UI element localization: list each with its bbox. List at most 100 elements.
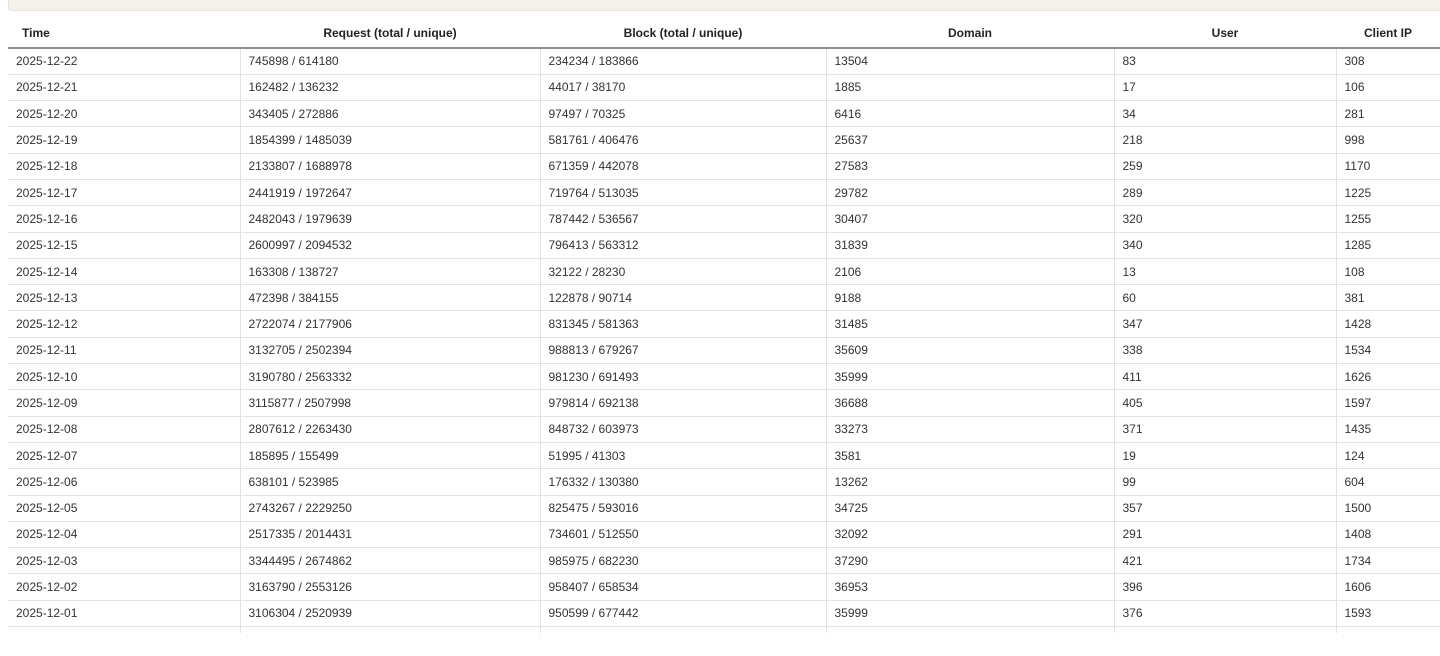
cell-block: 122878 / 90714 — [540, 284, 827, 312]
cell-block: 831345 / 581363 — [540, 310, 827, 338]
table-row: 2025-12-03 3344495 / 2674862 985975 / 6822… — [8, 547, 1440, 575]
column-header-request[interactable]: Request (total / unique) — [240, 18, 540, 49]
cell-request: 2441919 / 1972647 — [240, 179, 541, 207]
column-header-time[interactable]: Time — [8, 18, 240, 49]
cell-user: 60 — [1114, 284, 1337, 312]
cell-domain: 3581 — [826, 442, 1115, 470]
cell-user: 411 — [1114, 363, 1337, 391]
table-row: 2025-12-02 3163790 / 2553126 958407 / 6585… — [8, 573, 1440, 601]
cell-domain: 6416 — [826, 100, 1115, 128]
cell-user: 34 — [1114, 100, 1337, 128]
cell-time: 2025-12-15 — [8, 232, 241, 259]
cell-time: 2025-12-16 — [8, 205, 241, 233]
cell-time: 2025-12-14 — [8, 258, 241, 286]
cell-request: 3132705 / 2502394 — [240, 337, 541, 365]
table-row: 2025-12-22 745898 / 614180 234234 / 183866… — [8, 48, 1440, 75]
cell-empty — [1336, 627, 1440, 633]
cell-request: 2807612 / 2263430 — [240, 416, 541, 443]
cell-time: 2025-12-19 — [8, 126, 241, 154]
column-header-user[interactable]: User — [1114, 18, 1336, 49]
cell-block: 985975 / 682230 — [540, 547, 827, 575]
cell-block: 950599 / 677442 — [540, 600, 827, 628]
cell-client-ip: 1534 — [1336, 337, 1440, 365]
table-row: 2025-12-14 163308 / 138727 32122 / 28230 21… — [8, 258, 1440, 286]
daily-stats-table: Time Request (total / unique) Block (tot… — [8, 18, 1440, 633]
table-row: 2025-12-19 1854399 / 1485039 581761 / 4064… — [8, 126, 1440, 154]
cell-time: 2025-12-08 — [8, 416, 241, 443]
cell-empty — [240, 626, 541, 633]
cell-block: 796413 / 563312 — [540, 232, 827, 259]
cell-user: 347 — [1114, 310, 1337, 338]
cell-time: 2025-12-10 — [8, 363, 241, 391]
column-header-client-ip[interactable]: Client IP — [1336, 18, 1440, 49]
cell-client-ip: 281 — [1336, 100, 1440, 128]
cell-client-ip: 124 — [1336, 442, 1440, 470]
cell-block: 234234 / 183866 — [540, 48, 827, 75]
cell-client-ip: 1606 — [1336, 573, 1440, 601]
cell-client-ip: 1170 — [1336, 153, 1440, 180]
table-row: 2025-12-17 2441919 / 1972647 719764 / 5130… — [8, 179, 1440, 207]
cell-user: 376 — [1114, 600, 1337, 628]
table-row-partial — [8, 626, 1440, 633]
cell-user: 13 — [1114, 258, 1337, 286]
cell-empty — [1114, 626, 1337, 633]
table-row: 2025-12-21 162482 / 136232 44017 / 38170 18… — [8, 74, 1440, 102]
cell-client-ip: 998 — [1336, 126, 1440, 154]
cell-block: 988813 / 679267 — [540, 337, 827, 365]
cell-request: 3344495 / 2674862 — [240, 547, 541, 575]
cell-block: 581761 / 406476 — [540, 126, 827, 154]
cell-block: 97497 / 70325 — [540, 100, 827, 128]
cell-domain: 36688 — [826, 389, 1115, 417]
filter-panel-edge — [8, 0, 1440, 11]
column-header-domain[interactable]: Domain — [826, 18, 1114, 49]
cell-user: 340 — [1114, 232, 1337, 259]
cell-user: 17 — [1114, 74, 1337, 102]
cell-client-ip: 1408 — [1336, 521, 1440, 549]
cell-empty — [540, 626, 827, 633]
cell-request: 2743267 / 2229250 — [240, 495, 541, 522]
table-body: 2025-12-22 745898 / 614180 234234 / 183866… — [8, 48, 1440, 633]
cell-time: 2025-12-18 — [8, 153, 241, 180]
cell-client-ip: 1734 — [1336, 547, 1440, 575]
cell-domain: 31839 — [826, 232, 1115, 259]
cell-domain: 25637 — [826, 126, 1115, 154]
table-row: 2025-12-20 343405 / 272886 97497 / 70325 64… — [8, 100, 1440, 128]
cell-request: 3190780 / 2563332 — [240, 363, 541, 391]
cell-request: 162482 / 136232 — [240, 74, 541, 102]
table-row: 2025-12-04 2517335 / 2014431 734601 / 5125… — [8, 521, 1440, 549]
cell-domain: 31485 — [826, 310, 1115, 338]
table-row: 2025-12-11 3132705 / 2502394 988813 / 6792… — [8, 337, 1440, 365]
cell-client-ip: 106 — [1336, 74, 1440, 102]
cell-request: 2517335 / 2014431 — [240, 521, 541, 549]
cell-user: 291 — [1114, 521, 1337, 549]
cell-time: 2025-12-17 — [8, 179, 241, 207]
cell-client-ip: 1225 — [1336, 179, 1440, 207]
column-header-block[interactable]: Block (total / unique) — [540, 18, 826, 49]
cell-time: 2025-12-06 — [8, 468, 241, 496]
cell-request: 2482043 / 1979639 — [240, 205, 541, 233]
cell-time: 2025-12-12 — [8, 310, 241, 338]
cell-request: 343405 / 272886 — [240, 100, 541, 128]
cell-client-ip: 1597 — [1336, 389, 1440, 417]
cell-client-ip: 381 — [1336, 284, 1440, 312]
cell-user: 396 — [1114, 573, 1337, 601]
cell-block: 32122 / 28230 — [540, 258, 827, 286]
cell-request: 638101 / 523985 — [240, 468, 541, 496]
cell-user: 99 — [1114, 468, 1337, 496]
cell-request: 3115877 / 2507998 — [240, 389, 541, 417]
cell-domain: 29782 — [826, 179, 1115, 207]
table-row: 2025-12-18 2133807 / 1688978 671359 / 4420… — [8, 153, 1440, 180]
cell-time: 2025-12-07 — [8, 442, 241, 470]
cell-request: 163308 / 138727 — [240, 258, 541, 286]
cell-user: 338 — [1114, 337, 1337, 365]
cell-domain: 13504 — [826, 48, 1115, 75]
cell-time: 2025-12-01 — [8, 600, 241, 628]
cell-request: 472398 / 384155 — [240, 284, 541, 312]
cell-domain: 13262 — [826, 468, 1115, 496]
cell-client-ip: 1285 — [1336, 232, 1440, 259]
table-row: 2025-12-08 2807612 / 2263430 848732 / 6039… — [8, 416, 1440, 443]
cell-client-ip: 1593 — [1336, 600, 1440, 628]
cell-block: 51995 / 41303 — [540, 442, 827, 470]
cell-domain: 27583 — [826, 153, 1115, 180]
cell-block: 825475 / 593016 — [540, 495, 827, 522]
